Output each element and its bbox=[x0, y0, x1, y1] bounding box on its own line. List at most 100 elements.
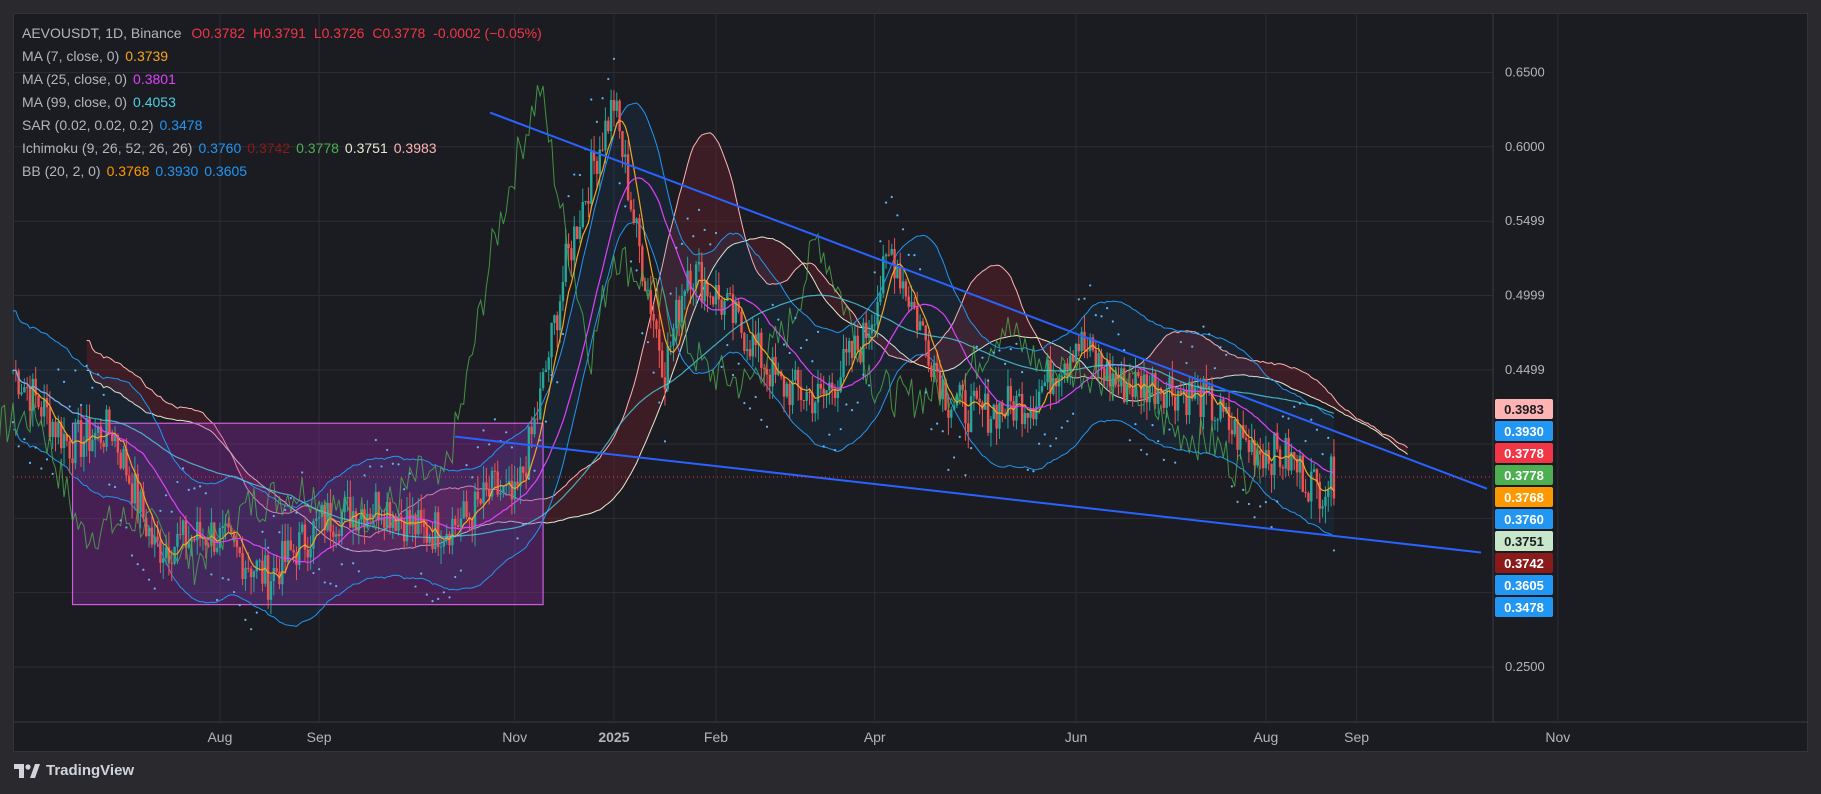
sar-dot bbox=[1219, 346, 1222, 349]
sar-dot bbox=[805, 338, 808, 342]
sar-dot bbox=[697, 208, 701, 211]
candle-body bbox=[170, 562, 173, 564]
sar-dot bbox=[340, 563, 343, 566]
sar-dot bbox=[1009, 348, 1012, 351]
candle-body bbox=[612, 99, 616, 111]
candle-body bbox=[275, 568, 278, 572]
sar-dot bbox=[1332, 549, 1336, 552]
candle-body bbox=[935, 362, 939, 372]
sar-dot bbox=[1100, 315, 1103, 318]
tradingview-logo[interactable]: TradingView bbox=[14, 762, 134, 779]
sar-dot bbox=[839, 428, 842, 431]
x-tick-label: Aug bbox=[207, 729, 232, 745]
legend-indicator-row[interactable]: BB (20, 2, 0) 0.3768 0.3930 0.3605 bbox=[22, 160, 548, 183]
candle-body bbox=[884, 254, 888, 257]
sar-dot bbox=[323, 581, 326, 584]
sar-dot bbox=[346, 548, 349, 551]
sar-dot bbox=[918, 268, 922, 271]
candle-body bbox=[649, 290, 652, 314]
sar-dot bbox=[1145, 453, 1148, 456]
candle-body bbox=[1324, 496, 1327, 507]
candle-body bbox=[476, 491, 480, 500]
candle-body bbox=[513, 481, 516, 500]
candle-body bbox=[439, 546, 443, 548]
legend-indicator-row[interactable]: Ichimoku (9, 26, 52, 26, 26) 0.3760 0.3742… bbox=[22, 137, 548, 160]
sar-dot bbox=[159, 509, 162, 512]
sar-dot bbox=[1140, 448, 1143, 452]
sar-dot bbox=[550, 373, 553, 377]
candle-body bbox=[317, 517, 321, 519]
candle-body bbox=[989, 419, 993, 433]
candle-body bbox=[79, 420, 83, 457]
legend-indicator-row[interactable]: MA (99, close, 0) 0.4053 bbox=[22, 91, 548, 114]
candle-body bbox=[337, 534, 341, 537]
sar-dot bbox=[714, 231, 718, 235]
sar-dot bbox=[947, 468, 950, 471]
legend-indicator-row[interactable]: MA (7, close, 0) 0.3739 bbox=[22, 45, 548, 68]
indicator-label: Ichimoku (9, 26, 52, 26, 26) bbox=[22, 140, 193, 156]
sar-dot bbox=[204, 492, 207, 495]
sar-dot bbox=[981, 356, 984, 359]
sar-dot bbox=[686, 217, 689, 220]
candle-body bbox=[247, 567, 250, 569]
sar-dot bbox=[1287, 417, 1290, 420]
candle-body bbox=[626, 154, 630, 201]
candle-body bbox=[1261, 454, 1265, 469]
sar-dot bbox=[522, 523, 525, 526]
candle-body bbox=[1312, 469, 1316, 472]
sar-dot bbox=[119, 519, 122, 522]
sar-dot bbox=[1202, 325, 1205, 328]
candle-body bbox=[867, 333, 871, 339]
symbol-label[interactable]: AEVOUSDT, 1D, Binance bbox=[22, 25, 182, 41]
sar-dot bbox=[215, 598, 219, 602]
candle-body bbox=[1273, 432, 1276, 476]
sar-dot bbox=[408, 472, 411, 475]
sar-dot bbox=[907, 253, 910, 256]
sar-dot bbox=[703, 228, 706, 231]
sar-dot bbox=[856, 401, 859, 404]
sar-dot bbox=[669, 292, 672, 295]
sar-dot bbox=[567, 195, 570, 198]
candle-body bbox=[411, 514, 414, 526]
candle-body bbox=[958, 384, 961, 397]
legend-indicator-row[interactable]: SAR (0.02, 0.02, 0.2) 0.3478 bbox=[22, 114, 548, 137]
indicator-label: BB (20, 2, 0) bbox=[22, 163, 101, 179]
legend-indicator-row[interactable]: MA (25, close, 0) 0.3801 bbox=[22, 68, 548, 91]
candle-body bbox=[825, 390, 828, 395]
candle-body bbox=[150, 527, 154, 545]
sar-dot bbox=[102, 393, 105, 396]
sar-dot bbox=[987, 379, 990, 382]
candle-body bbox=[635, 218, 638, 223]
candle-body bbox=[986, 393, 990, 433]
candle-body bbox=[68, 440, 71, 459]
candle-body bbox=[300, 524, 304, 533]
candle-body bbox=[1329, 456, 1333, 490]
sar-dot bbox=[295, 511, 298, 514]
price-tag-label: 0.3605 bbox=[1504, 578, 1544, 593]
sar-dot bbox=[1111, 320, 1114, 323]
sar-dot bbox=[1168, 428, 1171, 431]
candle-body bbox=[700, 261, 704, 302]
sar-dot bbox=[476, 446, 479, 449]
sar-dot bbox=[924, 391, 927, 394]
sar-dot bbox=[754, 395, 757, 399]
candle-body bbox=[845, 348, 848, 353]
candle-body bbox=[465, 501, 468, 518]
candle-body bbox=[947, 409, 950, 418]
time-axis[interactable]: Aug Sep Nov 2025 Feb Apr Jun Aug Sep Nov bbox=[207, 729, 1570, 745]
candle-body bbox=[663, 377, 667, 390]
candle-body bbox=[873, 324, 876, 326]
sar-dot bbox=[386, 448, 389, 452]
sar-dot bbox=[811, 360, 814, 363]
candle-body bbox=[1188, 381, 1191, 416]
candle-body bbox=[1071, 355, 1075, 362]
sar-dot bbox=[578, 173, 582, 177]
sar-dot bbox=[147, 578, 151, 581]
sar-dot bbox=[306, 504, 309, 507]
candle-body bbox=[473, 491, 477, 530]
tradingview-logo-icon bbox=[14, 763, 40, 778]
candle-body bbox=[978, 398, 981, 403]
sar-dot bbox=[1038, 442, 1041, 445]
candle-body bbox=[1156, 389, 1160, 404]
sar-dot bbox=[913, 254, 916, 257]
